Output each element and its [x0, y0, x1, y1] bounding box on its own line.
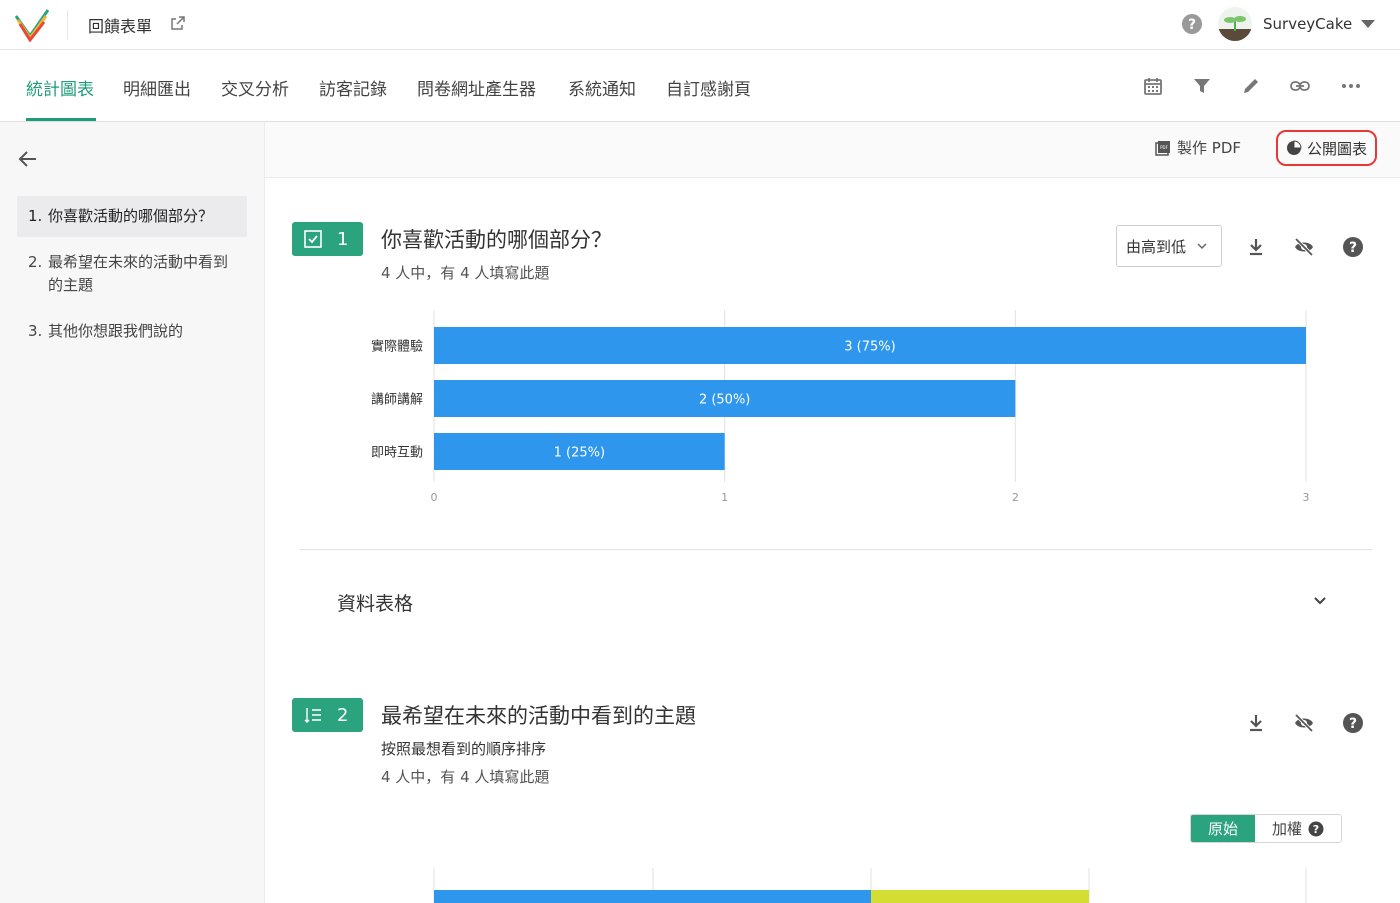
hide-icon[interactable]: [1293, 236, 1315, 258]
svg-text:?: ?: [1349, 240, 1357, 256]
surveycake-logo[interactable]: [14, 8, 50, 42]
question-number: 1: [337, 228, 349, 250]
toggle-weighted-label: 加權: [1272, 820, 1303, 838]
user-name[interactable]: SurveyCake: [1263, 15, 1352, 33]
sidebar-item-number: 2.: [28, 253, 43, 271]
question-response-count: 4 人中，有 4 人填寫此題: [381, 264, 550, 282]
calendar-icon[interactable]: [1142, 75, 1164, 97]
chevron-down-icon[interactable]: [1311, 592, 1329, 610]
pdf-icon: PDF: [1155, 140, 1170, 156]
pencil-icon[interactable]: [1240, 75, 1262, 97]
tab-detail-export[interactable]: 明細匯出: [123, 75, 191, 100]
q1-bar-chart: 0 1 2 3 實際體驗 3 (75%) 講師講解 2 (50%) 即時互動 1 (25%): [371, 310, 1310, 504]
tab-system-notify[interactable]: 系統通知: [568, 75, 636, 100]
sort-select[interactable]: 由高到低: [1116, 225, 1222, 267]
make-pdf-button[interactable]: PDF 製作 PDF: [1155, 137, 1241, 158]
svg-text:?: ?: [1188, 17, 1196, 33]
caret-down-icon[interactable]: [1361, 20, 1375, 28]
help-icon[interactable]: ?: [1342, 236, 1364, 258]
sidebar-item-label: 最希望在未來的活動中看到的主題: [48, 253, 229, 294]
data-table-toggle[interactable]: 資料表格: [337, 589, 413, 616]
data-label: 1 (25%): [554, 446, 605, 461]
toggle-raw-button[interactable]: 原始: [1191, 815, 1256, 842]
avatar[interactable]: [1218, 7, 1252, 41]
chevron-down-icon: [1197, 243, 1207, 250]
raw-weighted-toggle: 原始 加權 ?: [1190, 814, 1343, 843]
public-chart-label: 公開圖表: [1306, 139, 1367, 158]
public-chart-button[interactable]: 公開圖表: [1276, 130, 1377, 166]
section-divider: [300, 549, 1372, 550]
svg-text:?: ?: [1313, 823, 1319, 836]
hide-icon[interactable]: [1293, 712, 1315, 734]
tabs-bar: 統計圖表 明細匯出 交叉分析 訪客記錄 問卷網址產生器 系統通知 自訂感謝頁: [0, 50, 1400, 122]
back-arrow-icon[interactable]: [18, 150, 38, 168]
x-tick-label: 2: [1012, 491, 1019, 504]
question-badge-q1: 1: [292, 222, 363, 256]
chart-toolbar: PDF 製作 PDF 公開圖表: [265, 122, 1400, 178]
bar-segment: [871, 890, 1089, 903]
help-icon[interactable]: ?: [1342, 712, 1364, 734]
external-link-icon[interactable]: [170, 15, 186, 31]
help-icon[interactable]: ?: [1181, 13, 1203, 35]
help-icon[interactable]: ?: [1308, 821, 1324, 837]
sidebar-item-number: 1.: [28, 207, 43, 225]
sidebar-item-q1[interactable]: 1. 你喜歡活動的哪個部分？: [17, 196, 247, 237]
category-label: 講師講解: [371, 392, 423, 408]
sidebar-item-number: 3.: [28, 322, 43, 340]
sidebar-item-q3[interactable]: 3. 其他你想跟我們說的: [17, 311, 247, 352]
pie-chart-icon: [1286, 140, 1302, 155]
x-tick-label: 3: [1303, 491, 1310, 504]
question-number: 2: [337, 704, 349, 726]
x-tick-label: 0: [431, 491, 438, 504]
tab-thank-you-page[interactable]: 自訂感謝頁: [666, 75, 751, 100]
tab-url-generator[interactable]: 問卷網址產生器: [417, 75, 536, 100]
sidebar: 1. 你喜歡活動的哪個部分？ 2. 最希望在未來的活動中看到的主題 3. 其他你…: [0, 122, 265, 903]
filter-icon[interactable]: [1191, 75, 1213, 97]
svg-text:PDF: PDF: [1160, 145, 1168, 150]
question-title: 最希望在未來的活動中看到的主題: [381, 704, 696, 728]
bar-segment: [434, 890, 871, 903]
header-separator: [67, 10, 68, 40]
tab-visitor-log[interactable]: 訪客記錄: [319, 75, 387, 100]
q2-bar-chart: [433, 868, 1307, 903]
x-tick-label: 1: [721, 491, 728, 504]
question-title: 你喜歡活動的哪個部分？: [381, 228, 612, 252]
sprout-icon: [1218, 16, 1252, 41]
tab-cross-analysis[interactable]: 交叉分析: [221, 75, 289, 100]
question-response-count: 4 人中，有 4 人填寫此題: [381, 768, 550, 786]
sort-select-value: 由高到低: [1126, 237, 1187, 256]
toggle-weighted-button[interactable]: 加權 ?: [1255, 815, 1342, 842]
question-badge-q2: 2: [292, 698, 363, 732]
make-pdf-label: 製作 PDF: [1177, 139, 1241, 157]
top-bar: 回饋表單 ? SurveyCake: [0, 0, 1400, 50]
more-icon[interactable]: [1340, 75, 1362, 97]
ranking-list-icon: [304, 708, 321, 723]
data-label: 2 (50%): [699, 393, 750, 408]
data-label: 3 (75%): [844, 340, 895, 355]
active-tab-indicator: [26, 118, 96, 121]
toggle-raw-label: 原始: [1208, 820, 1239, 838]
download-icon[interactable]: [1245, 236, 1267, 258]
category-label: 即時互動: [371, 446, 423, 461]
form-title: 回饋表單: [88, 17, 153, 36]
sidebar-item-label: 其他你想跟我們說的: [48, 322, 184, 340]
link-icon[interactable]: [1289, 75, 1311, 97]
sidebar-item-q2[interactable]: 2. 最希望在未來的活動中看到的主題: [17, 242, 247, 306]
checkbox-icon: [304, 230, 322, 248]
question-subtitle: 按照最想看到的順序排序: [381, 740, 547, 758]
sidebar-item-label: 你喜歡活動的哪個部分？: [48, 207, 214, 225]
svg-text:?: ?: [1349, 716, 1357, 732]
tab-stats-charts[interactable]: 統計圖表: [26, 75, 94, 100]
category-label: 實際體驗: [371, 339, 423, 355]
download-icon[interactable]: [1245, 712, 1267, 734]
